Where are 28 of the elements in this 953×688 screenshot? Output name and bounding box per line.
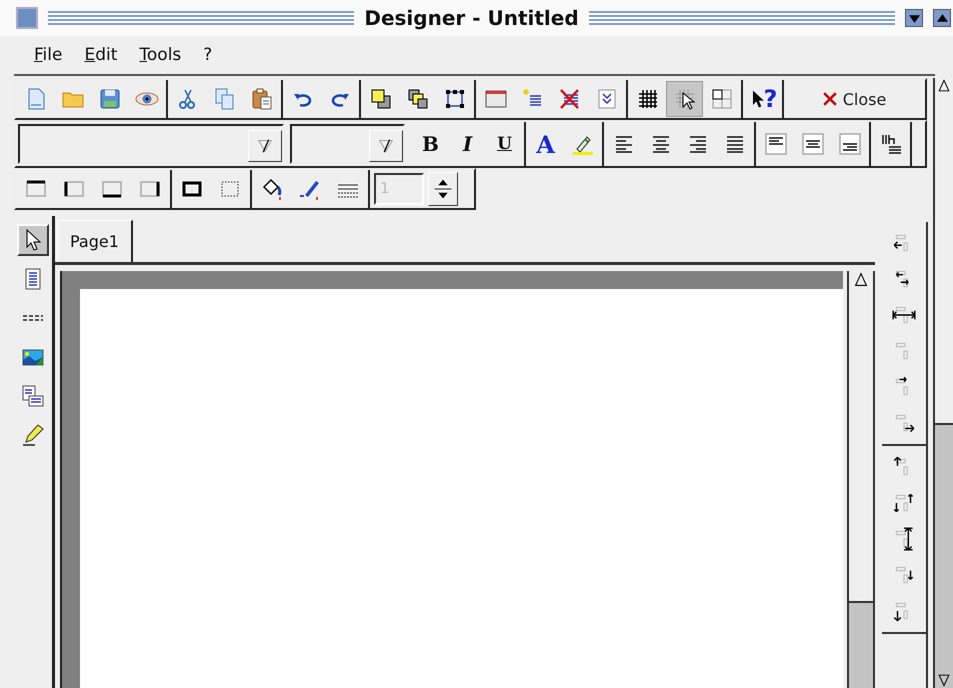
menu-item[interactable]: File bbox=[26, 43, 70, 67]
grid-pointer-icon[interactable] bbox=[666, 81, 703, 117]
down-triangle-icon bbox=[908, 12, 920, 24]
font-combo[interactable] bbox=[18, 124, 284, 164]
scroll-up-icon[interactable] bbox=[936, 78, 952, 94]
dropdown-arrow-icon bbox=[256, 137, 274, 155]
underline-button[interactable]: U bbox=[486, 124, 523, 164]
dropdown-arrow-icon bbox=[377, 137, 395, 155]
minimize-button[interactable] bbox=[905, 9, 924, 27]
tab[interactable]: Page1 bbox=[57, 220, 133, 262]
window-title: Designer - Untitled bbox=[364, 6, 579, 30]
up-triangle-icon bbox=[936, 12, 948, 24]
scroll-down-icon[interactable] bbox=[936, 672, 952, 688]
size-combo[interactable] bbox=[290, 124, 405, 164]
help-button[interactable]: ? bbox=[744, 81, 781, 117]
maximize-button[interactable] bbox=[933, 9, 952, 27]
italic-button[interactable]: I bbox=[449, 124, 486, 164]
pointer-icon[interactable] bbox=[17, 224, 49, 256]
menu-item[interactable]: ? bbox=[195, 43, 220, 67]
scrollbar[interactable] bbox=[847, 271, 876, 688]
close-icon bbox=[822, 92, 837, 106]
spinner-button[interactable] bbox=[428, 172, 458, 206]
scrollbar[interactable] bbox=[933, 78, 953, 688]
menu-item[interactable]: Tools bbox=[131, 43, 190, 67]
close-button[interactable]: Close bbox=[784, 80, 925, 118]
bold-button[interactable]: B bbox=[412, 124, 449, 164]
menu-item[interactable]: Edit bbox=[76, 43, 126, 67]
text-color-button[interactable]: A bbox=[527, 124, 564, 164]
